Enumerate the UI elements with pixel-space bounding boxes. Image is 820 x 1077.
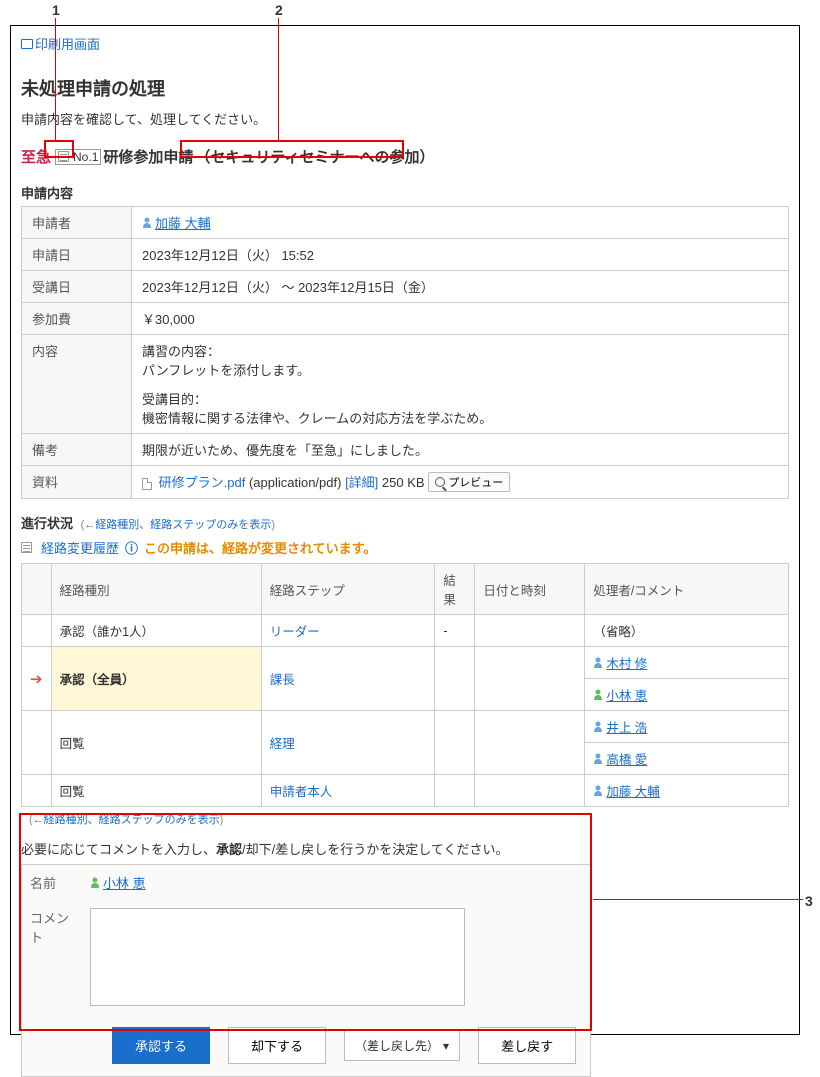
callout-line-1	[55, 18, 56, 140]
person-icon	[593, 657, 603, 668]
fee-label: 参加費	[22, 303, 132, 335]
route-row: 回覧 申請者本人 加藤 大輔	[22, 775, 789, 807]
request-number: No.1	[55, 149, 101, 165]
details-table: 申請者 加藤 大輔 申請日 2023年12月12日（火） 15:52 受講日 2…	[21, 206, 789, 499]
remand-button[interactable]: 差し戻す	[478, 1027, 576, 1064]
request-subtitle: （セキュリティセミナーへの参加）	[195, 146, 434, 167]
approve-button[interactable]: 承認する	[112, 1027, 210, 1064]
preview-button[interactable]: プレビュー	[428, 472, 510, 492]
person-icon	[593, 689, 603, 700]
person-icon	[90, 877, 100, 888]
apply-date-label: 申請日	[22, 239, 132, 271]
collapse-link-top[interactable]: ←経路種別、経路ステップのみを表示	[84, 519, 271, 531]
handler-link[interactable]: 高橋 愛	[593, 749, 647, 768]
file-icon	[142, 478, 152, 490]
applicant-label: 申請者	[22, 207, 132, 239]
route-warning: この申請は、経路が変更されています。	[144, 538, 376, 557]
remarks-label: 備考	[22, 434, 132, 466]
handler-link[interactable]: 木村 修	[593, 653, 647, 672]
route-row: 承認（誰か1人） リーダー - （省略）	[22, 615, 789, 647]
comment-label: コメント	[22, 900, 82, 1017]
material-detail-link[interactable]: [詳細]	[345, 475, 378, 490]
person-icon	[593, 753, 603, 764]
remarks: 期限が近いため、優先度を「至急」にしました。	[132, 434, 789, 466]
handler-link[interactable]: 加藤 大輔	[593, 781, 659, 800]
step-link[interactable]: リーダー	[270, 625, 320, 639]
progress-heading: 進行状況	[21, 516, 73, 531]
callout-num-2: 2	[275, 2, 283, 18]
material-label: 資料	[22, 466, 132, 499]
callout-line-2	[278, 18, 279, 140]
comment-panel: 名前 小林 恵 コメント 承認する 却下する （差し戻し先）	[21, 864, 591, 1077]
request-header: 至急 No.1 研修参加申請 （セキュリティセミナーへの参加）	[21, 146, 789, 167]
callout-num-1: 1	[52, 2, 60, 18]
col-datetime: 日付と時刻	[475, 564, 585, 615]
name-label: 名前	[22, 865, 82, 900]
action-instruction: 必要に応じてコメントを入力し、承認/却下/差し戻しを行うかを決定してください。	[21, 839, 789, 858]
current-user-link[interactable]: 小林 恵	[90, 873, 146, 892]
content-body: 講習の内容： パンフレットを添付します。 受講目的： 機密情報に関する法律や、ク…	[132, 335, 789, 434]
urgent-badge: 至急	[21, 146, 51, 167]
callout-line-3	[593, 899, 803, 900]
comment-textarea[interactable]	[90, 908, 465, 1006]
request-title: 研修参加申請	[103, 146, 193, 167]
attend-date: 2023年12月12日（火） ～ 2023年12月15日（金）	[132, 271, 789, 303]
applicant-link[interactable]: 加藤 大輔	[142, 213, 211, 232]
page-title: 未処理申請の処理	[21, 75, 789, 101]
step-link[interactable]: 課長	[270, 673, 295, 687]
route-row-current: ➔ 承認（全員） 課長 木村 修	[22, 647, 789, 679]
route-history-link[interactable]: 経路変更履歴	[41, 538, 119, 557]
apply-date: 2023年12月12日（火） 15:52	[132, 239, 789, 271]
print-link[interactable]: 印刷用画面	[21, 34, 100, 53]
print-link-label: 印刷用画面	[35, 34, 100, 53]
magnifier-icon	[435, 477, 445, 487]
info-icon: ⓘ	[125, 538, 138, 557]
history-icon	[21, 542, 32, 553]
remand-select[interactable]: （差し戻し先） ▾	[344, 1030, 460, 1061]
current-arrow-icon: ➔	[30, 671, 43, 688]
person-icon	[142, 217, 152, 228]
col-result: 結果	[435, 564, 475, 615]
collapse-link-bottom[interactable]: ←経路種別、経路ステップのみを表示	[33, 814, 220, 826]
step-link[interactable]: 経理	[270, 737, 295, 751]
main-frame: 印刷用画面 未処理申請の処理 申請内容を確認して、処理してください。 至急 No…	[10, 25, 800, 1035]
material-mime: (application/pdf)	[249, 475, 342, 490]
person-icon	[593, 785, 603, 796]
route-row: 回覧 経理 井上 浩	[22, 711, 789, 743]
col-type: 経路種別	[51, 564, 261, 615]
attend-date-label: 受講日	[22, 271, 132, 303]
handler-link[interactable]: 井上 浩	[593, 717, 647, 736]
col-handler: 処理者/コメント	[585, 564, 789, 615]
person-icon	[593, 721, 603, 732]
printer-icon	[21, 39, 33, 49]
fee: ￥30,000	[132, 303, 789, 335]
callout-num-3: 3	[805, 893, 813, 909]
handler-link[interactable]: 小林 恵	[593, 685, 647, 704]
route-table: 経路種別 経路ステップ 結果 日付と時刻 処理者/コメント 承認（誰か1人） リ…	[21, 563, 789, 807]
details-heading: 申請内容	[21, 183, 789, 202]
step-link[interactable]: 申請者本人	[270, 785, 333, 799]
list-icon	[58, 151, 69, 162]
col-step: 経路ステップ	[261, 564, 435, 615]
reject-button[interactable]: 却下する	[228, 1027, 326, 1064]
content-label: 内容	[22, 335, 132, 434]
material-size: 250 KB	[382, 475, 425, 490]
page-desc: 申請内容を確認して、処理してください。	[21, 109, 789, 128]
material-file-link[interactable]: 研修プラン.pdf	[159, 475, 246, 490]
